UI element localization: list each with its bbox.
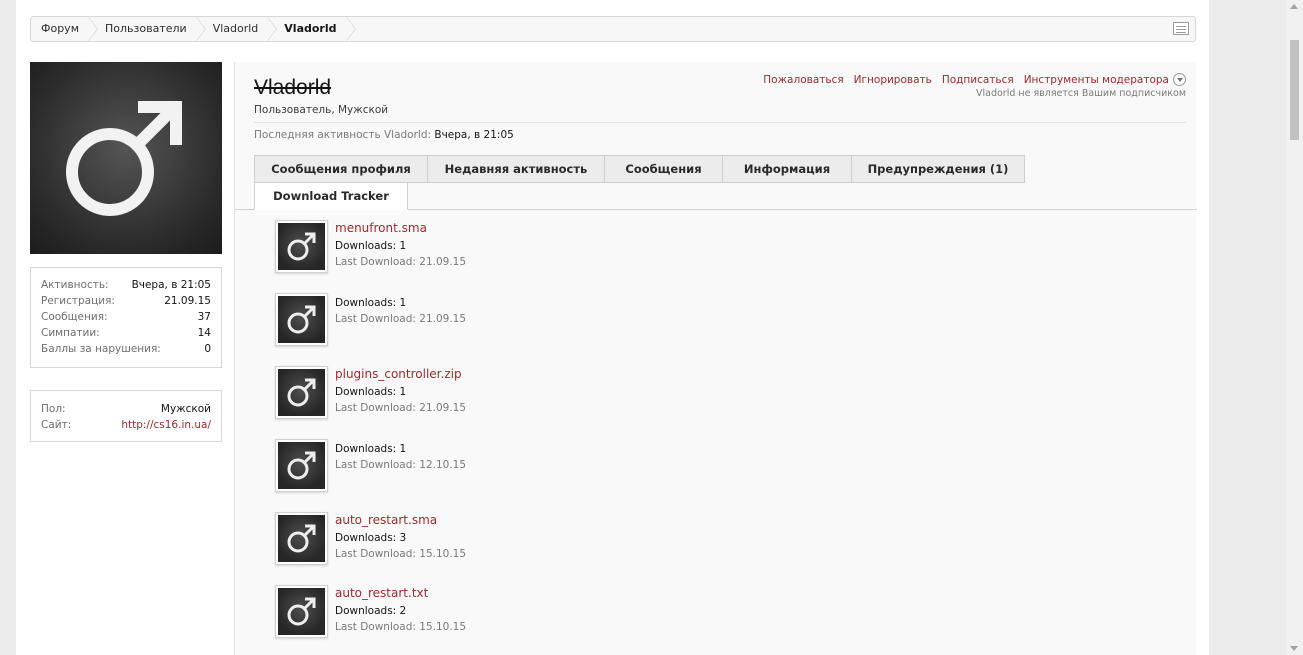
download-count: Downloads: 1 [335,297,407,309]
info-panel: Пол: Мужской Сайт: http://cs16.in.ua/ [30,390,222,442]
follow-status: Vladorld не является Вашим подписчиком [975,88,1186,99]
stat-row-warning-points: Баллы за нарушения: 0 [41,341,211,357]
list-item: menufront.sma Downloads: 1 Last Download… [275,220,875,280]
download-count: Downloads: 3 [335,532,407,544]
scroll-down-icon[interactable] [1290,646,1298,651]
stat-row-registration: Регистрация: 21.09.15 [41,293,211,309]
scroll-up-icon[interactable] [1290,4,1298,9]
last-activity: Последняя активность Vladorld: Вчера, в … [254,129,514,141]
file-link[interactable]: auto_restart.txt [335,585,466,603]
info-value: Мужской [160,403,211,415]
file-link[interactable]: menufront.sma [335,220,466,238]
male-symbol-icon [287,305,316,334]
avatar[interactable] [275,512,328,565]
last-download: Last Download: 21.09.15 [335,313,467,325]
page-title: Vladorld [254,76,332,99]
male-symbol-icon [287,597,316,626]
breadcrumb-item-current[interactable]: Vladorld [273,16,356,42]
breadcrumb-item-user[interactable]: Vladorld [202,16,277,42]
ignore-link[interactable]: Игнорировать [854,74,932,86]
stat-value: 14 [197,327,211,339]
divider [254,122,1186,123]
male-symbol-icon [287,524,316,553]
download-count: Downloads: 1 [335,386,407,398]
stat-label: Регистрация: [41,295,115,307]
profile-main: Vladorld Пользователь, Мужской Пожаловат… [234,62,1197,655]
breadcrumb-item-forum[interactable]: Форум [31,16,98,42]
male-symbol-icon [287,378,316,407]
info-row-website: Сайт: http://cs16.in.ua/ [41,417,211,433]
stat-row-messages: Сообщения: 37 [41,309,211,325]
dropdown-caret-icon[interactable] [1173,73,1186,86]
stat-value[interactable]: 37 [198,309,211,325]
stat-value: Вчера, в 21:05 [131,279,211,291]
avatar[interactable] [275,220,328,273]
last-activity-label: Последняя активность Vladorld: [254,129,432,141]
tab-recent-activity[interactable]: Недавняя активность [427,155,605,183]
last-download: Last Download: 15.10.15 [335,548,467,560]
tab-profile-posts[interactable]: Сообщения профиля [254,155,428,183]
tab-information[interactable]: Информация [722,155,852,183]
tab-download-tracker[interactable]: Download Tracker [254,182,408,210]
list-item: auto_restart.txt Downloads: 2 Last Downl… [275,585,875,645]
male-symbol-icon [66,101,182,216]
website-link[interactable]: http://cs16.in.ua/ [121,417,211,433]
follow-link[interactable]: Подписаться [942,74,1014,86]
male-symbol-icon [287,232,316,261]
tab-warnings[interactable]: Предупреждения (1) [851,155,1025,183]
stat-row-activity: Активность: Вчера, в 21:05 [41,277,211,293]
stat-value: 21.09.15 [164,295,211,307]
user-title: Пользователь, Мужской [254,104,389,116]
last-download: Last Download: 12.10.15 [335,459,467,471]
download-count: Downloads: 1 [335,443,407,455]
list-item: auto_restart.sma Downloads: 3 Last Downl… [275,512,875,572]
moderator-tools-link[interactable]: Инструменты модератора [1024,74,1169,86]
tab-postings[interactable]: Сообщения [604,155,723,183]
download-count: Downloads: 1 [335,240,407,252]
jump-menu-icon[interactable] [1173,22,1189,35]
info-row-gender: Пол: Мужской [41,401,211,417]
stat-value: 0 [204,343,211,355]
info-label: Сайт: [41,419,72,431]
stats-panel: Активность: Вчера, в 21:05 Регистрация: 21… [30,267,222,368]
avatar[interactable] [275,366,328,419]
breadcrumb: Форум Пользователи Vladorld Vladorld [30,16,1196,42]
avatar[interactable] [275,439,328,492]
stat-label: Сообщения: [41,311,108,323]
list-item: Downloads: 1 Last Download: 12.10.15 [275,439,875,499]
download-count: Downloads: 2 [335,605,407,617]
stat-label: Симпатии: [41,327,100,339]
scrollbar[interactable] [1286,0,1303,655]
file-link[interactable]: auto_restart.sma [335,512,466,530]
report-link[interactable]: Пожаловаться [763,74,843,86]
profile-actions: Пожаловаться Игнорировать Подписаться Ин… [763,73,1186,86]
info-label: Пол: [41,403,66,415]
last-download: Last Download: 21.09.15 [335,402,467,414]
avatar[interactable] [275,585,328,638]
avatar[interactable] [30,62,222,254]
list-item: plugins_controller.zip Downloads: 1 Last… [275,366,875,426]
file-link[interactable]: plugins_controller.zip [335,366,466,384]
stat-label: Баллы за нарушения: [41,343,161,355]
avatar[interactable] [275,293,328,346]
scrollbar-thumb[interactable] [1290,40,1299,140]
stat-row-likes: Симпатии: 14 [41,325,211,341]
list-item: Downloads: 1 Last Download: 21.09.15 [275,293,875,353]
breadcrumb-item-users[interactable]: Пользователи [94,16,206,42]
stat-label: Активность: [41,279,109,291]
last-download: Last Download: 15.10.15 [335,621,467,633]
last-download: Last Download: 21.09.15 [335,256,467,268]
male-symbol-icon [287,451,316,480]
page-container: Форум Пользователи Vladorld Vladorld Акт… [16,0,1209,655]
last-activity-value: Вчера, в 21:05 [434,129,514,141]
